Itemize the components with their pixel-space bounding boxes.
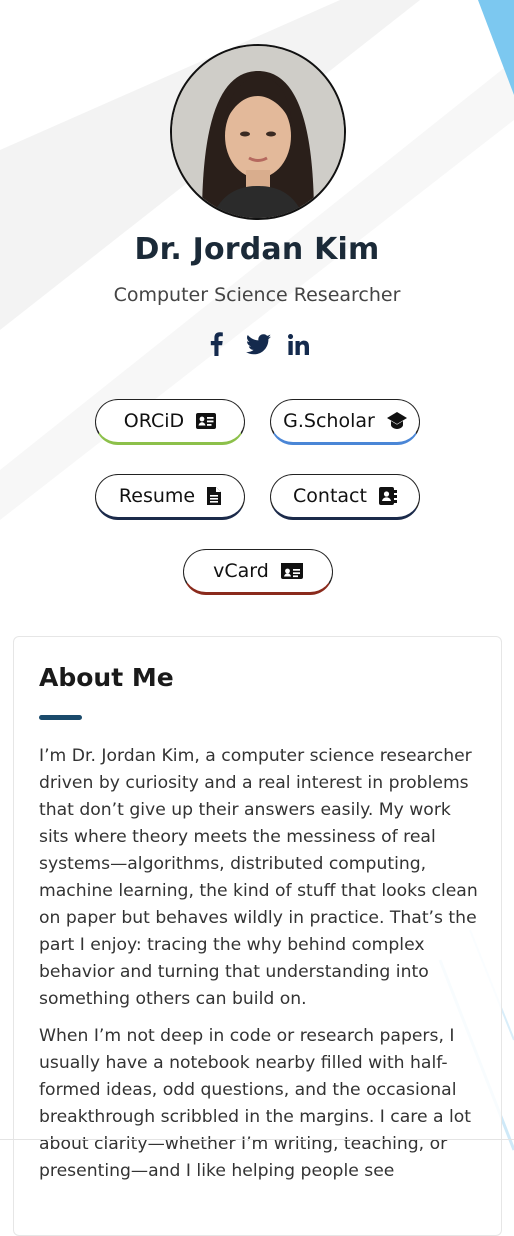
about-heading: About Me [39,663,174,692]
facebook-link[interactable] [206,330,226,358]
linkedin-link[interactable] [287,330,309,358]
profile-avatar [170,44,346,220]
vcard-button[interactable]: vCard [183,549,333,595]
profile-title: Computer Science Researcher [113,284,401,306]
footer-divider [0,1139,514,1140]
about-card: About Me I’m Dr. Jordan Kim, a computer … [13,636,502,1236]
about-text: I’m Dr. Jordan Kim, a computer science r… [39,743,479,1195]
resume-label: Resume [118,485,196,507]
orcid-label: ORCiD [123,410,185,432]
google-scholar-button[interactable]: G.Scholar [270,399,420,445]
twitter-link[interactable] [245,330,271,358]
social-links [0,330,514,358]
vcard-label: vCard [213,560,269,582]
about-paragraph: I’m Dr. Jordan Kim, a computer science r… [39,746,478,1009]
contact-button[interactable]: Contact [270,474,420,520]
linkedin-icon [287,333,309,355]
address-book-icon [378,487,397,505]
contact-label: Contact [293,485,367,507]
orcid-button[interactable]: ORCiD [95,399,245,445]
vcard-icon [280,563,303,579]
graduation-cap-icon [386,412,407,430]
heading-underline [39,715,82,720]
about-paragraph: When I’m not deep in code or research pa… [39,1026,472,1181]
resume-button[interactable]: Resume [95,474,245,520]
google-scholar-label: G.Scholar [283,410,375,432]
document-icon [207,487,222,505]
id-card-icon [196,413,217,429]
profile-name: Dr. Jordan Kim [134,232,380,267]
facebook-icon [210,332,223,356]
twitter-icon [245,333,271,354]
